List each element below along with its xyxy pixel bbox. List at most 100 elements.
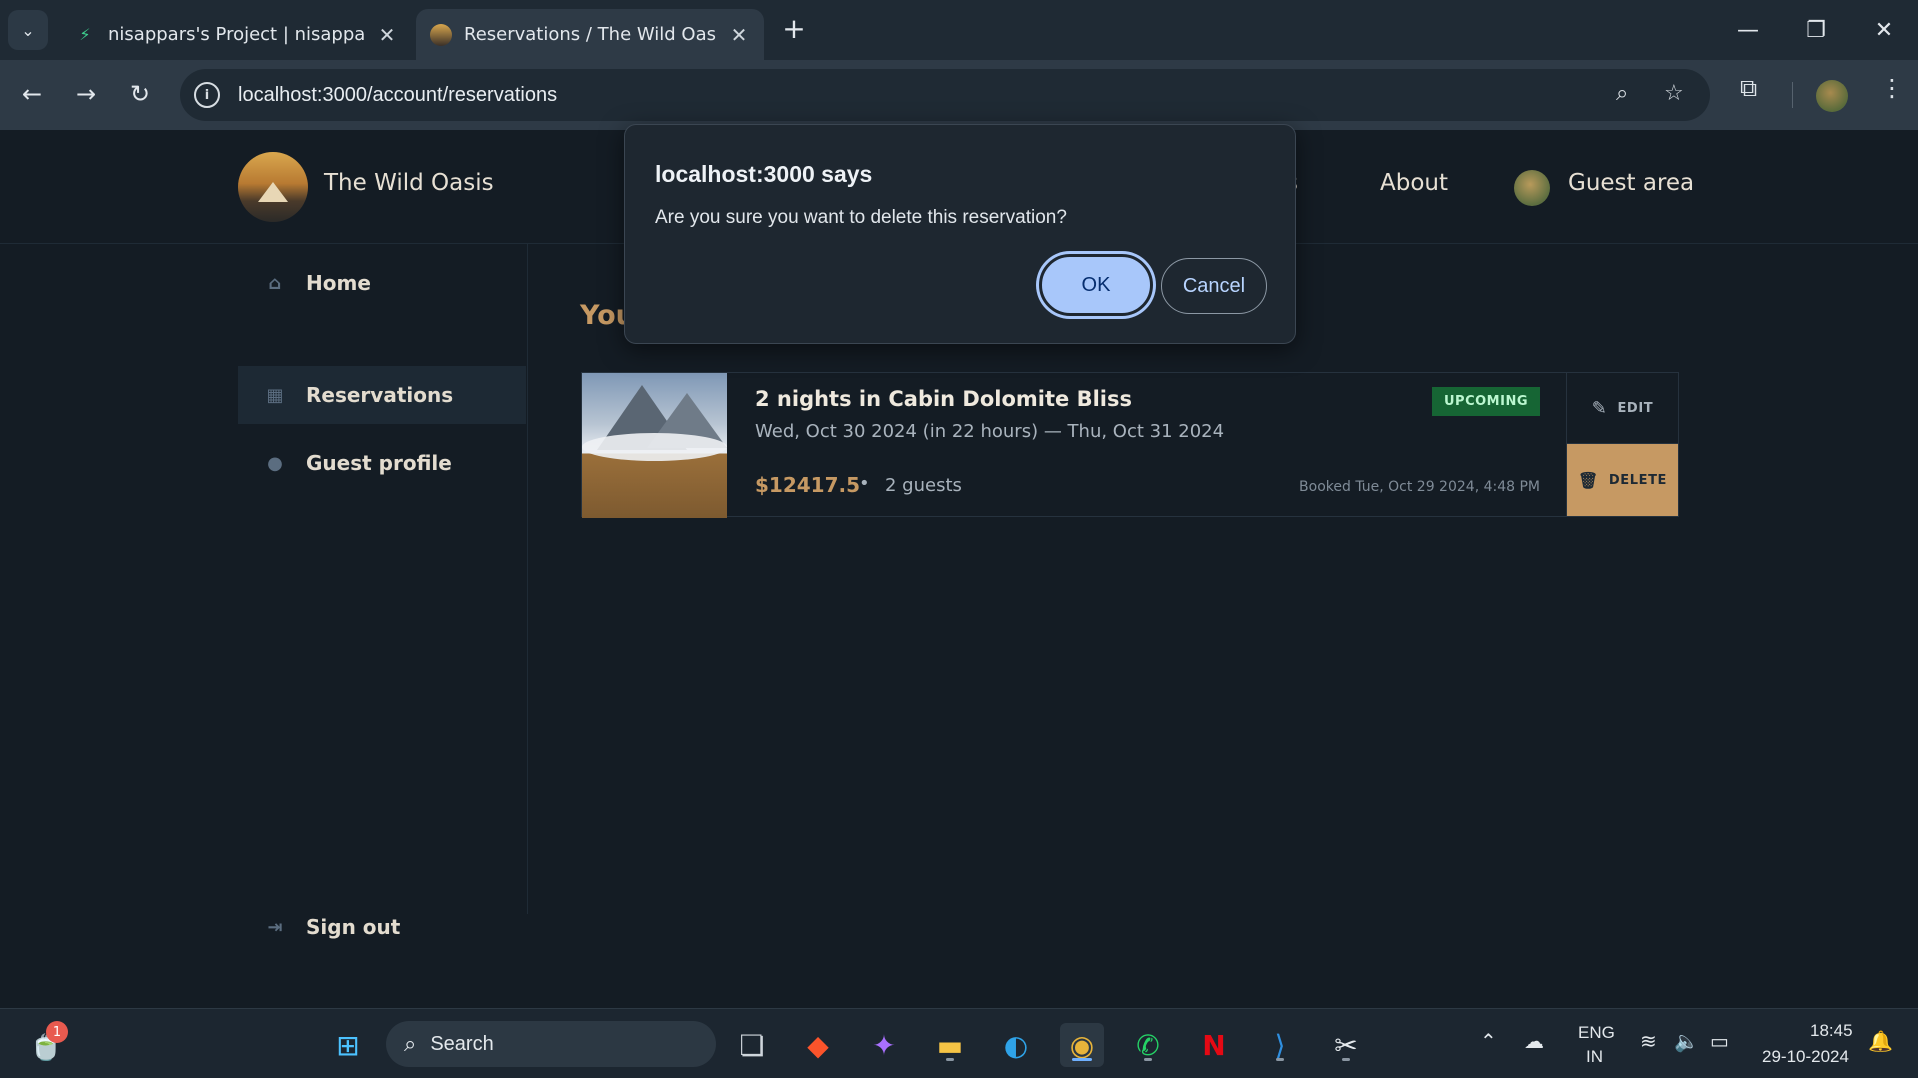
brave-icon[interactable]: ◆ [796, 1023, 840, 1067]
url-text[interactable]: localhost:3000/account/reservations [238, 84, 557, 107]
delete-label: DELETE [1608, 472, 1668, 488]
running-indicator [1276, 1058, 1284, 1061]
brand-name[interactable]: The Wild Oasis [324, 170, 494, 196]
reservation-details: 2 nights in Cabin Dolomite Bliss Wed, Oc… [727, 373, 1566, 516]
snipping-tool-icon[interactable]: ✂ [1324, 1023, 1368, 1067]
search-icon: ⌕ [404, 1031, 417, 1056]
zoom-icon[interactable]: ⌕ [1616, 81, 1628, 106]
windows-start-icon[interactable]: ⊞ [326, 1023, 370, 1067]
reload-icon[interactable]: ↻ [120, 74, 160, 114]
sidebar-item-label: Guest profile [306, 451, 452, 475]
nav-about[interactable]: About [1380, 170, 1448, 196]
sign-out-icon: ⇥ [267, 916, 283, 938]
chevron-down-icon: ⌄ [21, 20, 35, 40]
pencil-icon: ✎ [1591, 397, 1608, 419]
wifi-icon[interactable]: ≋ [1640, 1029, 1657, 1054]
ok-button[interactable]: OK [1039, 254, 1153, 316]
search-label: Search [430, 1032, 494, 1055]
running-indicator [1144, 1058, 1152, 1061]
forward-icon[interactable]: → [66, 74, 106, 114]
volume-icon[interactable]: 🔈 [1674, 1029, 1699, 1054]
battery-icon[interactable]: ▭ [1710, 1029, 1729, 1054]
active-indicator [1072, 1058, 1092, 1061]
wild-oasis-favicon [430, 23, 452, 46]
tab-search-button[interactable]: ⌄ [8, 10, 48, 50]
close-window-icon[interactable]: ✕ [1850, 0, 1918, 60]
status-badge: UPCOMING [1432, 387, 1540, 416]
address-bar[interactable]: i localhost:3000/account/reservations ⌕ … [180, 69, 1710, 121]
nav-guest-area[interactable]: Guest area [1568, 170, 1694, 196]
clock-date[interactable]: 29-10-2024 [1762, 1047, 1849, 1067]
cancel-button[interactable]: Cancel [1161, 258, 1267, 314]
trash-icon: 🗑 [1577, 470, 1599, 490]
new-tab-button[interactable]: + [778, 14, 810, 46]
clock-time[interactable]: 18:45 [1810, 1021, 1853, 1041]
show-hidden-icons-icon[interactable]: ⌃ [1480, 1029, 1497, 1054]
chrome-icon[interactable]: ◉ [1060, 1023, 1104, 1067]
sidebar-item-home[interactable]: ⌂ Home [238, 254, 526, 312]
sidebar-item-label: Reservations [306, 383, 454, 407]
close-icon[interactable]: ✕ [376, 23, 398, 47]
separator-dot: • [859, 473, 870, 494]
window-controls: — ❐ ✕ [1714, 0, 1918, 60]
close-icon[interactable]: ✕ [728, 23, 750, 47]
reservation-card: 2 nights in Cabin Dolomite Bliss Wed, Oc… [581, 372, 1679, 518]
taskbar-search[interactable]: ⌕ Search [386, 1021, 716, 1067]
browser-tab-bar: ⌄ ⚡ nisappars's Project | nisappars's ✕ … [0, 0, 1918, 60]
dialog-message: Are you sure you want to delete this res… [655, 207, 1067, 228]
cabin-image [582, 373, 727, 518]
delete-button[interactable]: 🗑 DELETE [1567, 444, 1678, 516]
user-icon: ● [267, 452, 283, 474]
reservation-actions: ✎ EDIT 🗑 DELETE [1566, 373, 1678, 516]
tab-reservations[interactable]: Reservations / The Wild Oasis ✕ [416, 9, 764, 60]
tab-project[interactable]: ⚡ nisappars's Project | nisappars's ✕ [60, 9, 412, 60]
notifications-bell-icon[interactable]: 🔔 [1868, 1029, 1893, 1054]
menu-kebab-icon[interactable]: ⋮ [1880, 74, 1904, 102]
netflix-icon[interactable]: N [1192, 1023, 1236, 1067]
edit-label: EDIT [1617, 400, 1654, 416]
home-icon: ⌂ [268, 272, 282, 294]
fog-shape [582, 433, 727, 461]
taskbar: 🍵 1 ⊞ ⌕ Search ❏ ◆ ✦ ▬ ◐ ◉ ✆ N ⟩ ✂ ⌃ ☁ E… [0, 1008, 1918, 1078]
calendar-icon: ▦ [266, 384, 284, 406]
sign-out-button[interactable]: ⇥ Sign out [238, 898, 526, 956]
dialog-title: localhost:3000 says [655, 161, 873, 187]
sidebar-item-reservations[interactable]: ▦ Reservations [238, 366, 526, 424]
running-indicator [1342, 1058, 1350, 1061]
notification-badge: 1 [46, 1021, 68, 1043]
supabase-icon: ⚡ [79, 25, 91, 44]
copilot-icon[interactable]: ✦ [862, 1023, 906, 1067]
tab-title: nisappars's Project | nisappars's [108, 24, 364, 45]
confirm-dialog: localhost:3000 says Are you sure you wan… [624, 124, 1296, 344]
onedrive-icon[interactable]: ☁ [1524, 1029, 1544, 1054]
browser-toolbar: ← → ↻ i localhost:3000/account/reservati… [0, 60, 1918, 130]
reservation-dates: Wed, Oct 30 2024 (in 22 hours) — Thu, Oc… [755, 421, 1225, 442]
bookmark-star-icon[interactable]: ☆ [1664, 81, 1684, 106]
running-indicator [946, 1058, 954, 1061]
edge-icon[interactable]: ◐ [994, 1023, 1038, 1067]
wild-oasis-logo[interactable] [238, 152, 308, 222]
task-view-icon[interactable]: ❏ [730, 1023, 774, 1067]
edit-button[interactable]: ✎ EDIT [1567, 373, 1678, 445]
reservation-title: 2 nights in Cabin Dolomite Bliss [755, 387, 1132, 411]
language-bottom[interactable]: IN [1586, 1047, 1603, 1067]
restore-icon[interactable]: ❐ [1782, 0, 1850, 60]
browser-profile-avatar[interactable] [1816, 80, 1848, 112]
booked-date: Booked Tue, Oct 29 2024, 4:48 PM [1299, 479, 1540, 495]
tab-title: Reservations / The Wild Oasis [464, 24, 716, 45]
vscode-icon[interactable]: ⟩ [1258, 1023, 1302, 1067]
sidebar-item-guest-profile[interactable]: ● Guest profile [238, 434, 526, 492]
sidebar-item-label: Home [306, 271, 371, 295]
reservation-price: $12417.5 [755, 473, 861, 497]
whatsapp-icon[interactable]: ✆ [1126, 1023, 1170, 1067]
minimize-icon[interactable]: — [1714, 0, 1782, 60]
file-explorer-icon[interactable]: ▬ [928, 1023, 972, 1067]
reservation-guests: 2 guests [885, 475, 962, 496]
toolbar-divider [1792, 82, 1793, 108]
site-info-icon[interactable]: i [194, 82, 220, 108]
language-top[interactable]: ENG [1578, 1023, 1615, 1043]
back-icon[interactable]: ← [12, 74, 52, 114]
guest-avatar[interactable] [1514, 170, 1550, 206]
extensions-icon[interactable]: ⧉ [1740, 74, 1757, 102]
sign-out-label: Sign out [306, 915, 401, 939]
